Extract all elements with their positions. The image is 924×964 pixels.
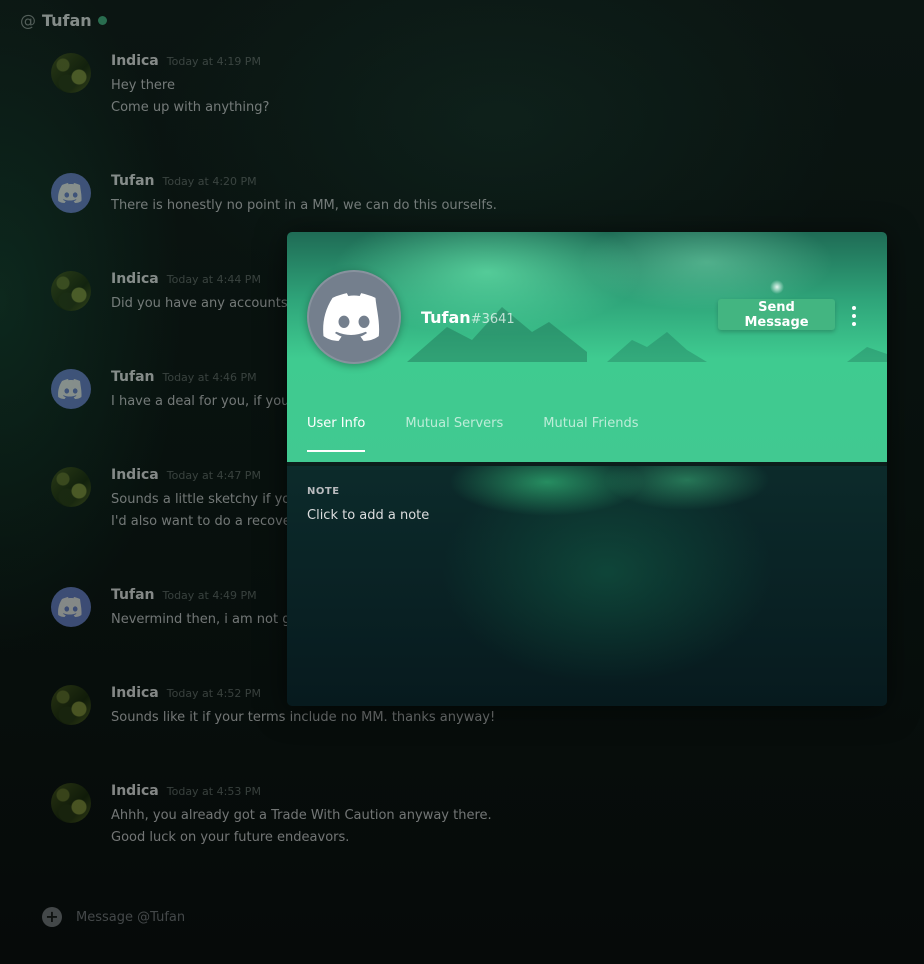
message-timestamp: Today at 4:19 PM — [166, 55, 261, 68]
avatar[interactable] — [51, 271, 91, 311]
avatar[interactable] — [51, 685, 91, 725]
message-timestamp: Today at 4:47 PM — [166, 469, 261, 482]
note-input[interactable]: Click to add a note — [307, 508, 867, 523]
message-text: Sounds a little sketchy if you — [111, 492, 299, 507]
profile-username: Tufan #3641 — [421, 308, 515, 327]
send-message-button[interactable]: Send Message — [718, 299, 835, 330]
message-composer[interactable]: + Message @Tufan — [38, 902, 898, 932]
discriminator: #3641 — [470, 311, 515, 327]
message-text: There is honestly no point in a MM, we c… — [111, 198, 497, 213]
discord-logo-icon — [58, 379, 82, 399]
add-attachment-icon[interactable]: + — [42, 907, 62, 927]
message-timestamp: Today at 4:46 PM — [162, 371, 257, 384]
note-label: NOTE — [307, 486, 340, 497]
discord-logo-icon — [58, 597, 82, 617]
tab-user-info[interactable]: User Info — [307, 414, 366, 452]
message-text: Come up with anything? — [111, 100, 270, 115]
message-text: I have a deal for you, if your — [111, 394, 295, 409]
message-timestamp: Today at 4:44 PM — [166, 273, 261, 286]
message-author[interactable]: Indica — [111, 783, 159, 799]
divider — [287, 462, 887, 466]
more-options-icon[interactable] — [849, 305, 859, 327]
profile-body: NOTE Click to add a note — [287, 462, 887, 706]
avatar[interactable] — [51, 369, 91, 409]
message-text: I'd also want to do a recover — [111, 514, 297, 529]
avatar[interactable] — [51, 783, 91, 823]
message-timestamp: Today at 4:49 PM — [162, 589, 257, 602]
profile-tabs: User Info Mutual Servers Mutual Friends — [307, 414, 639, 452]
tab-mutual-servers[interactable]: Mutual Servers — [405, 414, 503, 452]
profile-header: Tufan #3641 Send Message User Info Mutua… — [287, 232, 887, 462]
message-timestamp: Today at 4:52 PM — [166, 687, 261, 700]
tab-mutual-friends[interactable]: Mutual Friends — [543, 414, 638, 452]
message-author[interactable]: Indica — [111, 685, 159, 701]
message-text: Did you have any accounts y — [111, 296, 300, 311]
avatar[interactable] — [51, 53, 91, 93]
message-timestamp: Today at 4:53 PM — [166, 785, 261, 798]
message-text: Ahhh, you already got a Trade With Cauti… — [111, 808, 492, 823]
profile-avatar — [307, 270, 401, 364]
message-author[interactable]: Tufan — [111, 369, 154, 385]
message-text: Good luck on your future endeavors. — [111, 830, 350, 845]
message-text: Sounds like it if your terms include no … — [111, 710, 496, 725]
message-author[interactable]: Indica — [111, 53, 159, 69]
message-author[interactable]: Tufan — [111, 173, 154, 189]
message-author[interactable]: Indica — [111, 467, 159, 483]
avatar[interactable] — [51, 173, 91, 213]
message-timestamp: Today at 4:20 PM — [162, 175, 257, 188]
discord-logo-icon — [58, 183, 82, 203]
username: Tufan — [421, 307, 471, 327]
avatar[interactable] — [51, 467, 91, 507]
message-author[interactable]: Indica — [111, 271, 159, 287]
message-author[interactable]: Tufan — [111, 587, 154, 603]
message-text: Nevermind then, i am not go — [111, 612, 299, 627]
message-text: Hey there — [111, 78, 175, 93]
avatar[interactable] — [51, 587, 91, 627]
user-profile-modal: Tufan #3641 Send Message User Info Mutua… — [287, 232, 887, 706]
message-input[interactable]: Message @Tufan — [76, 910, 185, 925]
discord-logo-icon — [323, 293, 380, 341]
